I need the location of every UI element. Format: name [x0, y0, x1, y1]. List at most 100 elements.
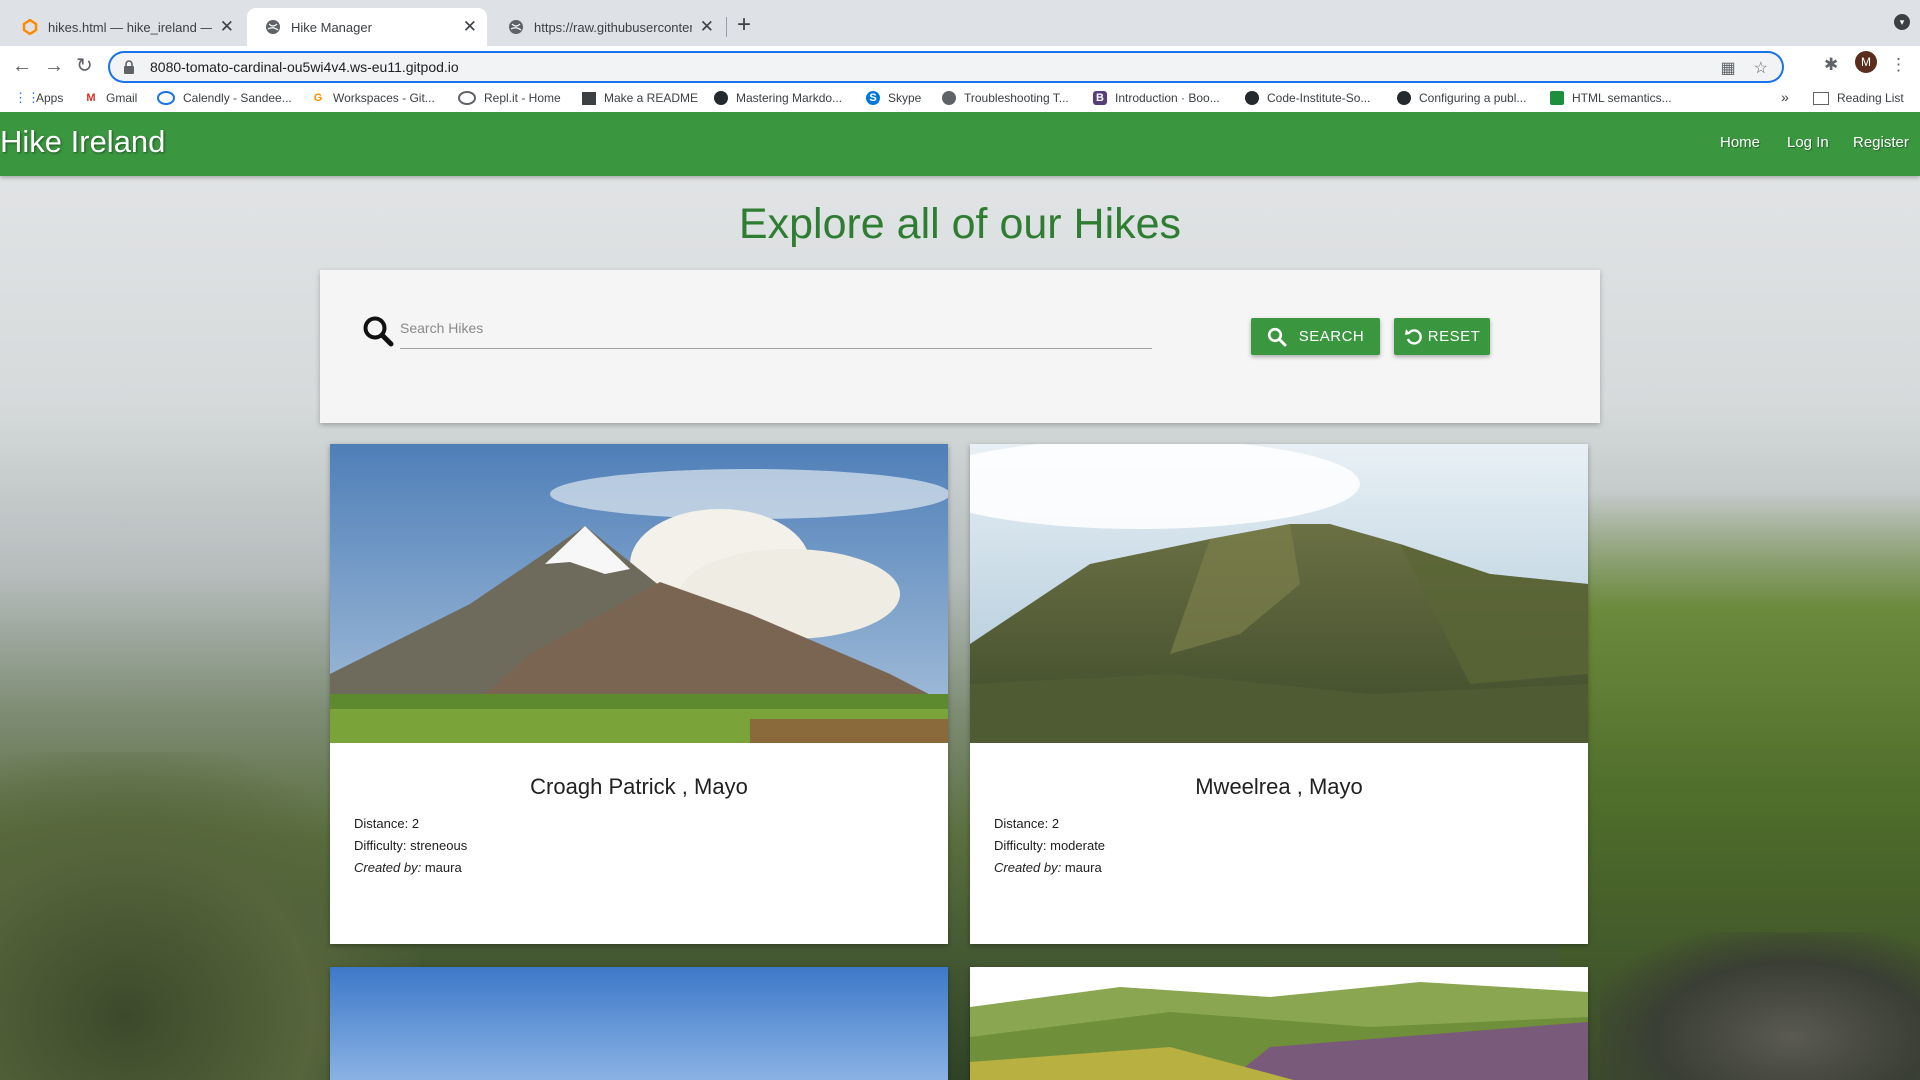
- bookmark-star-icon[interactable]: ☆: [1754, 58, 1768, 78]
- bookmark-configuring[interactable]: Configuring a publ...: [1397, 91, 1526, 105]
- lock-icon: [124, 60, 134, 74]
- search-input[interactable]: [400, 308, 1152, 349]
- distance-value: 2: [1051, 816, 1060, 831]
- extensions-puzzle-icon[interactable]: ✱: [1824, 55, 1838, 75]
- hike-image[interactable]: [330, 444, 948, 743]
- hike-card: [970, 967, 1588, 1080]
- bookmark-replit[interactable]: Repl.it - Home: [458, 91, 561, 105]
- browser-toolbar: ← → ↻ 8080-tomato-cardinal-ou5wi4v4.ws-e…: [0, 46, 1920, 88]
- tab-strip: hikes.html — hike_ireland — Gi ✕ Hike Ma…: [0, 0, 1920, 46]
- brand-logo[interactable]: Hike Ireland: [0, 124, 165, 160]
- github-icon: [1245, 91, 1259, 105]
- bookmark-label: Workspaces - Git...: [333, 91, 435, 105]
- background-landscape: [1600, 932, 1920, 1080]
- created-by-label: Created by:: [354, 860, 422, 875]
- distance-value: 2: [411, 816, 420, 831]
- bookmark-label: Mastering Markdo...: [736, 91, 843, 105]
- gitpod-icon: [22, 19, 38, 35]
- hike-distance: Distance: 2: [354, 816, 419, 831]
- bookmark-markdown[interactable]: Mastering Markdo...: [714, 91, 842, 105]
- github-icon: [1397, 91, 1411, 105]
- hike-image[interactable]: [970, 967, 1588, 1080]
- created-by-value: maura: [1064, 860, 1102, 875]
- search-button-label: SEARCH: [1298, 328, 1365, 345]
- bookmarks-overflow-button[interactable]: »: [1781, 89, 1789, 105]
- back-icon[interactable]: ←: [12, 55, 32, 77]
- search-icon: [363, 316, 394, 347]
- new-tab-button[interactable]: +: [737, 12, 751, 38]
- hike-difficulty: Difficulty: moderate: [994, 838, 1105, 853]
- tab-raw-github[interactable]: https://raw.githubusercontent.c ✕: [490, 8, 724, 46]
- hike-distance: Distance: 2: [994, 816, 1059, 831]
- hike-card: [330, 967, 948, 1080]
- bookmark-calendly[interactable]: Calendly - Sandee...: [157, 91, 292, 105]
- skype-icon: S: [866, 91, 880, 105]
- bookmark-label: Make a README: [604, 91, 699, 105]
- undo-icon: [1404, 328, 1422, 345]
- difficulty-label: Difficulty:: [354, 838, 411, 853]
- bookmark-workspaces[interactable]: G Workspaces - Git...: [311, 91, 435, 105]
- page-content: Hike Ireland Home Log In Register Explor…: [0, 112, 1920, 1080]
- created-by-label: Created by:: [994, 860, 1062, 875]
- image-icon: [1550, 91, 1564, 105]
- hike-created-by: Created by: maura: [994, 860, 1102, 875]
- bookmark-label: Apps: [36, 91, 64, 105]
- hike-difficulty: Difficulty: streneous: [354, 838, 467, 853]
- close-tab-icon[interactable]: ✕: [700, 17, 714, 37]
- close-tab-icon[interactable]: ✕: [220, 17, 234, 37]
- bookmark-html-semantics[interactable]: HTML semantics...: [1550, 91, 1672, 105]
- hike-image[interactable]: [970, 444, 1588, 743]
- qr-code-icon[interactable]: ▦: [1721, 58, 1736, 78]
- nav-login[interactable]: Log In: [1787, 134, 1829, 151]
- tab-hikes-html[interactable]: hikes.html — hike_ireland — Gi ✕: [4, 8, 244, 46]
- bookmark-label: Troubleshooting T...: [964, 91, 1069, 105]
- bookmark-label: Skype: [888, 91, 922, 105]
- bookmark-label: Gmail: [106, 91, 138, 105]
- tab-title: Hike Manager: [291, 19, 372, 35]
- address-bar[interactable]: 8080-tomato-cardinal-ou5wi4v4.ws-eu11.gi…: [108, 51, 1784, 83]
- difficulty-value: streneous: [410, 838, 468, 853]
- close-tab-icon[interactable]: ✕: [463, 17, 477, 37]
- hike-card: Croagh Patrick , Mayo Distance: 2 Diffic…: [330, 444, 948, 944]
- document-icon: [582, 91, 596, 105]
- browser-menu-icon[interactable]: ⋮: [1890, 55, 1907, 75]
- bookmark-readme[interactable]: Make a README: [582, 91, 698, 105]
- tab-title: https://raw.githubusercontent.c: [534, 19, 692, 35]
- bookmark-apps[interactable]: ⋮⋮ Apps: [14, 91, 64, 106]
- bootstrap-icon: B: [1093, 91, 1107, 105]
- bookmark-label: Calendly - Sandee...: [183, 91, 292, 105]
- hike-title: Mweelrea , Mayo: [1195, 774, 1363, 799]
- distance-label: Distance:: [994, 816, 1052, 831]
- bookmark-label: Configuring a publ...: [1419, 91, 1527, 105]
- github-icon: [714, 91, 728, 105]
- gmail-icon: M: [86, 92, 96, 104]
- distance-label: Distance:: [354, 816, 412, 831]
- nav-home[interactable]: Home: [1720, 134, 1760, 151]
- globe-icon: [509, 20, 523, 34]
- hike-image[interactable]: [330, 967, 948, 1080]
- hike-created-by: Created by: maura: [354, 860, 462, 875]
- bookmark-troubleshooting[interactable]: Troubleshooting T...: [942, 91, 1069, 105]
- globe-icon: [266, 20, 280, 34]
- forward-icon[interactable]: →: [44, 55, 64, 77]
- reset-button-label: RESET: [1427, 328, 1481, 345]
- profile-avatar[interactable]: M: [1855, 51, 1877, 73]
- bookmark-gmail[interactable]: M Gmail: [84, 91, 137, 105]
- bookmark-label: Code-Institute-So...: [1267, 91, 1371, 105]
- hike-title: Croagh Patrick , Mayo: [530, 774, 748, 799]
- reload-icon[interactable]: ↻: [76, 55, 93, 77]
- bookmark-bootstrap[interactable]: B Introduction · Boo...: [1093, 91, 1220, 105]
- search-icon: [1267, 327, 1287, 346]
- search-button[interactable]: SEARCH: [1251, 318, 1380, 355]
- reset-button[interactable]: RESET: [1394, 318, 1490, 355]
- bookmark-label: Repl.it - Home: [484, 91, 561, 105]
- bookmark-label: HTML semantics...: [1572, 91, 1672, 105]
- url-text: 8080-tomato-cardinal-ou5wi4v4.ws-eu11.gi…: [150, 59, 459, 75]
- reading-list-button[interactable]: Reading List: [1813, 91, 1904, 105]
- bookmark-code-institute[interactable]: Code-Institute-So...: [1245, 91, 1370, 105]
- bookmark-skype[interactable]: S Skype: [866, 91, 921, 105]
- hike-card: Mweelrea , Mayo Distance: 2 Difficulty: …: [970, 444, 1588, 944]
- tab-search-icon[interactable]: ▾: [1894, 14, 1910, 30]
- tab-hike-manager[interactable]: Hike Manager ✕: [247, 8, 487, 46]
- nav-register[interactable]: Register: [1853, 134, 1909, 151]
